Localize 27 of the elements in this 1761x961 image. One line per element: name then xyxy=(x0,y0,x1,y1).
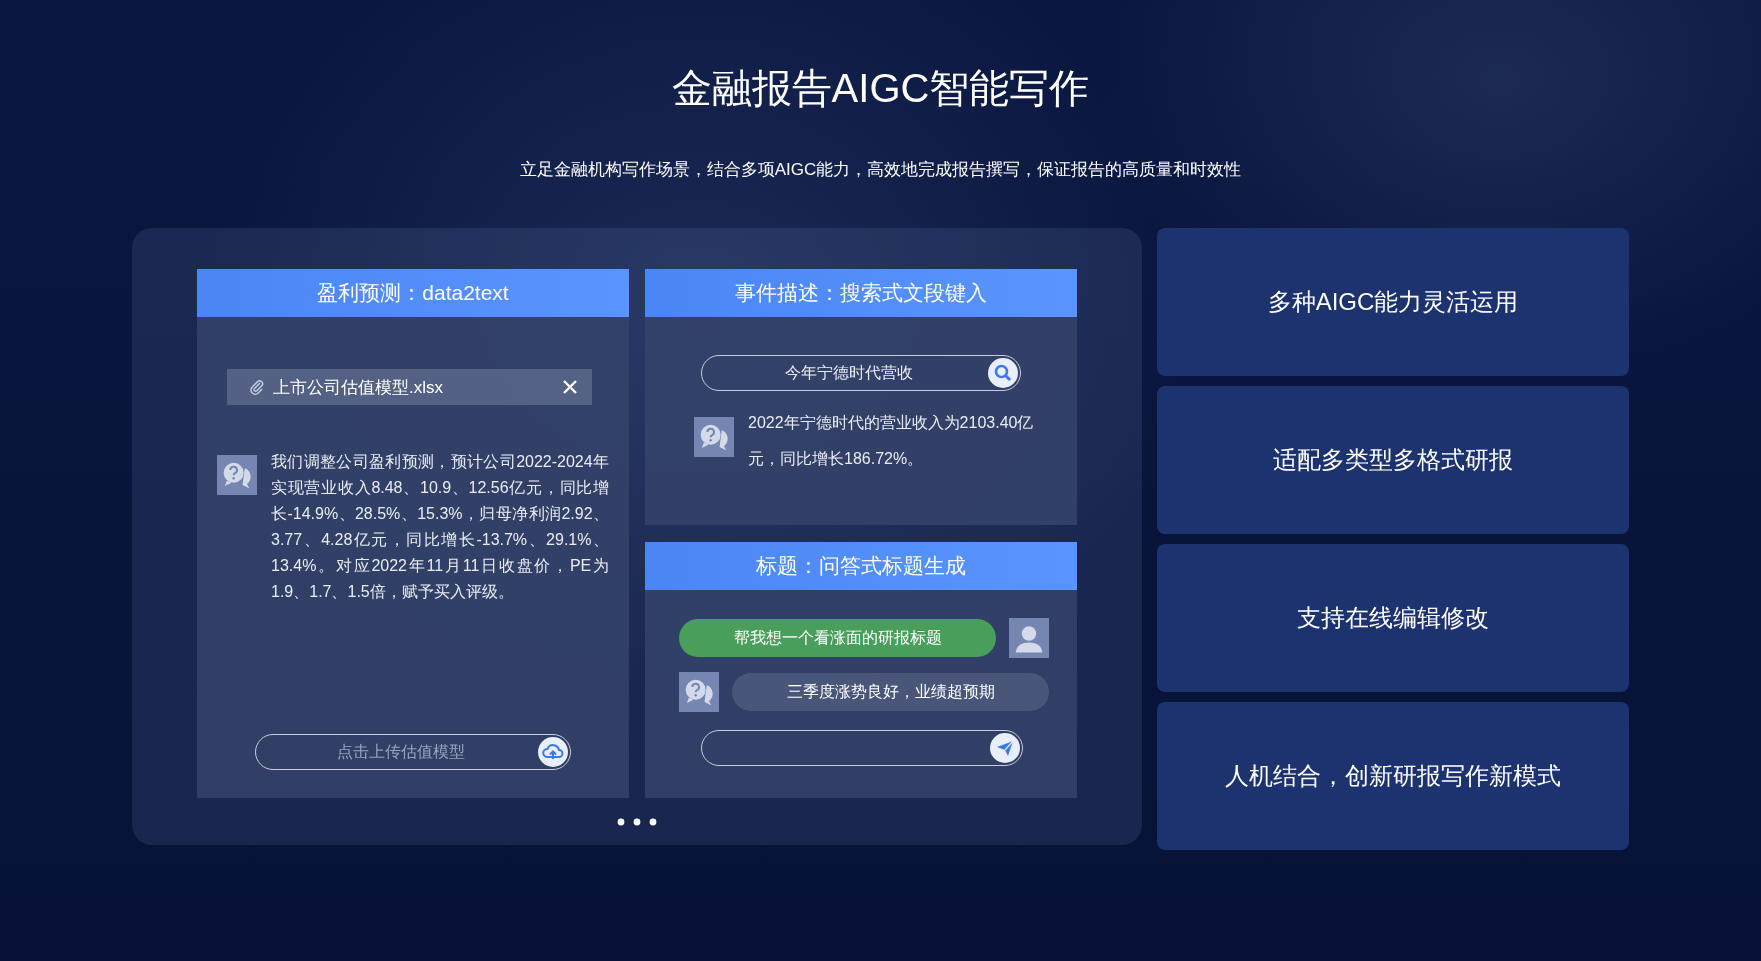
user-message: 帮我想一个看涨面的研报标题 xyxy=(679,619,996,657)
panel-header: 事件描述：搜索式文段键入 xyxy=(645,269,1077,317)
search-field[interactable]: 今年宁德时代营收 xyxy=(701,355,1021,391)
answer-text: 2022年宁德时代的营业收入为2103.40亿元，同比增长186.72%。 xyxy=(748,413,1035,469)
cloud-upload-icon[interactable] xyxy=(538,737,568,767)
chat-bubble-icon xyxy=(694,417,734,457)
close-icon[interactable] xyxy=(562,379,578,395)
search-icon[interactable] xyxy=(988,358,1018,388)
bot-message: 三季度涨势良好，业绩超预期 xyxy=(732,673,1049,711)
page-title: 金融报告AIGC智能写作 xyxy=(671,65,1090,112)
pagination-dots-icon xyxy=(617,818,657,826)
feature-text: 人机结合，创新研报写作新模式 xyxy=(1225,761,1561,791)
page-subtitle: 立足金融机构写作场景，结合多项AIGC能力，高效地完成报告撰写，保证报告的高质量和时效性 xyxy=(519,159,1242,181)
feature-text: 支持在线编辑修改 xyxy=(1297,603,1489,633)
upload-field[interactable]: 点击上传估值模型 xyxy=(255,734,571,770)
chat-bubble-icon xyxy=(217,455,257,495)
message-field[interactable] xyxy=(701,730,1023,766)
feature-text: 适配多类型多格式研报 xyxy=(1273,445,1513,475)
panel-header: 盈利预测：data2text xyxy=(197,269,629,317)
chat-bubble-icon xyxy=(679,672,719,712)
user-avatar-icon xyxy=(1009,618,1049,658)
feature-text: 多种AIGC能力灵活运用 xyxy=(1267,287,1519,317)
paperclip-icon xyxy=(249,379,265,395)
panel-header: 标题：问答式标题生成 xyxy=(645,542,1077,590)
send-icon[interactable] xyxy=(990,733,1020,763)
file-name: 上市公司估值模型.xlsx xyxy=(273,376,444,399)
answer-text: 我们调整公司盈利预测，预计公司2022-2024年实现营业收入8.48、10.9、12.56亿元，同比增长-14.9%、28.5%、15.3%，归母净利润2.92、3.77、4.28亿元，同比增长-13.7%、29.1%、13.4%。对应2022年11月11日收盘价，PE为1.9、1.7、1.5倍，赋予买入评级。 xyxy=(271,452,609,602)
